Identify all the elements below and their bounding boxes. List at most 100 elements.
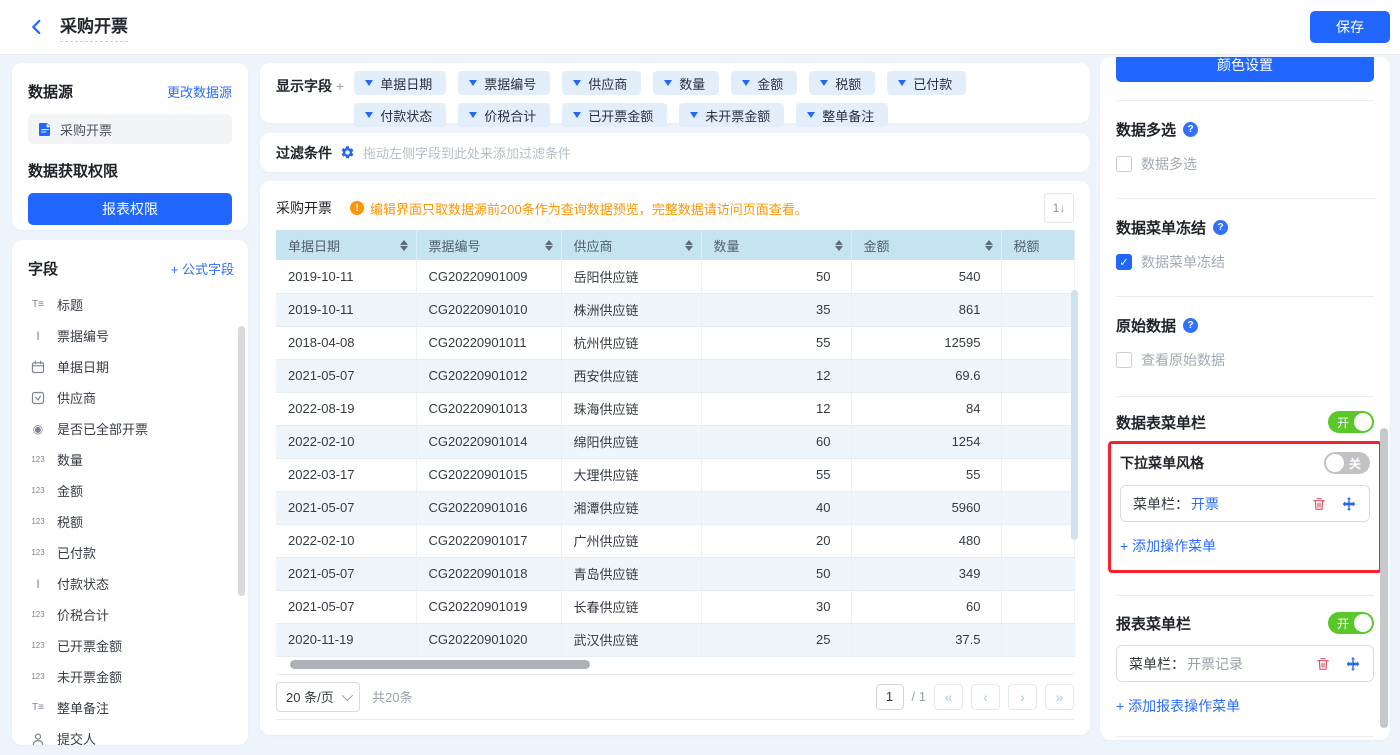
table-horizontal-scrollbar-thumb[interactable] [290, 660, 590, 669]
display-field-chip-票据编号[interactable]: 票据编号 [458, 71, 550, 95]
display-field-chip-未开票金额[interactable]: 未开票金额 [679, 103, 784, 127]
datasource-panel: 数据源 更改数据源 采购开票 数据获取权限 报表权限 [12, 63, 248, 230]
settings-scrollbar[interactable] [1380, 428, 1388, 728]
column-header-金额[interactable]: 金额 [851, 230, 1001, 260]
number-icon: 123 [28, 548, 48, 557]
display-field-chip-金额[interactable]: 金额 [731, 71, 797, 95]
gear-icon[interactable] [340, 145, 355, 160]
sort-arrows-icon[interactable] [985, 240, 993, 251]
display-field-chip-供应商[interactable]: 供应商 [562, 71, 641, 95]
fields-scrollbar[interactable] [238, 326, 245, 596]
sort-arrows-icon[interactable] [835, 240, 843, 251]
sort-arrows-icon[interactable] [545, 240, 553, 251]
field-item-单据日期[interactable]: 单据日期 [28, 351, 234, 382]
table-cell: 岳阳供应链 [561, 260, 701, 293]
field-item-供应商[interactable]: 供应商 [28, 382, 234, 413]
add-formula-field-link[interactable]: + 公式字段 [171, 259, 234, 278]
add-display-field-icon[interactable]: + [336, 78, 344, 94]
table-menu-toggle-on[interactable]: 开 [1328, 411, 1374, 433]
table-cell: 12595 [851, 326, 1001, 359]
menu-item[interactable]: 菜单栏： 开票记录 [1116, 645, 1374, 682]
display-field-chip-已付款[interactable]: 已付款 [887, 71, 966, 95]
trash-icon[interactable] [1315, 656, 1331, 672]
top-bar: 采购开票 保存 [0, 0, 1400, 55]
field-item-已开票金额[interactable]: 123已开票金额 [28, 630, 234, 661]
table-cell: 大理供应链 [561, 458, 701, 491]
field-item-未开票金额[interactable]: 123未开票金额 [28, 661, 234, 692]
datasource-item[interactable]: 采购开票 [28, 114, 232, 144]
field-label: 整单备注 [57, 698, 109, 717]
app-root: 采购开票 保存 数据源 更改数据源 采购开票 数据获取权限 报表权限 字段 + … [0, 0, 1400, 755]
sort-order-icon[interactable]: 1↓ [1044, 193, 1074, 223]
field-item-票据编号[interactable]: I票据编号 [28, 320, 234, 351]
menu-item[interactable]: 菜单栏： 开票 [1120, 485, 1370, 522]
help-icon[interactable]: ? [1183, 122, 1198, 137]
preview-title: 采购开票 [276, 198, 332, 218]
page-number-input[interactable]: 1 [876, 684, 904, 710]
display-field-chip-付款状态[interactable]: 付款状态 [354, 103, 446, 127]
trash-icon[interactable] [1311, 496, 1327, 512]
change-datasource-link[interactable]: 更改数据源 [167, 82, 232, 101]
display-field-chip-已开票金额[interactable]: 已开票金额 [562, 103, 667, 127]
sort-arrows-icon[interactable] [400, 240, 408, 251]
save-button[interactable]: 保存 [1310, 11, 1390, 43]
column-header-供应商[interactable]: 供应商 [561, 230, 701, 260]
field-item-付款状态[interactable]: I付款状态 [28, 568, 234, 599]
table-cell: 2020-11-19 [276, 623, 416, 656]
field-item-税额[interactable]: 123税额 [28, 506, 234, 537]
table-cell: 55 [701, 458, 851, 491]
menu-freeze-checkbox-row[interactable]: ✓ 数据菜单冻结 [1116, 252, 1374, 272]
table-cell [1001, 458, 1074, 491]
page-size-select[interactable]: 20 条/页 [276, 682, 360, 712]
field-item-已付款[interactable]: 123已付款 [28, 537, 234, 568]
last-page-button[interactable]: » [1045, 684, 1074, 710]
menu-item-value[interactable]: 开票 [1191, 494, 1219, 514]
display-field-chip-单据日期[interactable]: 单据日期 [354, 71, 446, 95]
checkbox-unchecked[interactable] [1116, 352, 1132, 368]
column-header-数量[interactable]: 数量 [701, 230, 851, 260]
display-field-chip-价税合计[interactable]: 价税合计 [458, 103, 550, 127]
caret-down-icon [664, 80, 672, 86]
column-header-单据日期[interactable]: 单据日期 [276, 230, 416, 260]
report-permission-button[interactable]: 报表权限 [28, 193, 232, 225]
multi-select-checkbox-row[interactable]: 数据多选 [1116, 154, 1374, 174]
checkbox-checked[interactable]: ✓ [1116, 254, 1132, 270]
field-item-价税合计[interactable]: 123价税合计 [28, 599, 234, 630]
add-action-menu-link[interactable]: + 添加操作菜单 [1120, 536, 1370, 556]
raw-data-checkbox-row[interactable]: 查看原始数据 [1116, 350, 1374, 370]
table-cell [1001, 524, 1074, 557]
table-cell [1001, 260, 1074, 293]
add-report-action-menu-link[interactable]: + 添加报表操作菜单 [1116, 696, 1374, 716]
caret-down-icon [469, 80, 477, 86]
dropdown-style-toggle-off[interactable]: 关 [1324, 452, 1370, 474]
move-icon[interactable] [1341, 496, 1357, 512]
back-icon[interactable] [26, 16, 48, 38]
field-item-是否已全部开票[interactable]: ◉是否已全部开票 [28, 413, 234, 444]
field-item-整单备注[interactable]: T≡整单备注 [28, 692, 234, 723]
field-item-标题[interactable]: T≡标题 [28, 289, 234, 320]
prev-page-button[interactable]: ‹ [971, 684, 1000, 710]
filter-bar[interactable]: 过滤条件 拖动左侧字段到此处来添加过滤条件 [260, 133, 1090, 172]
display-field-chip-税额[interactable]: 税额 [809, 71, 875, 95]
table-vertical-scrollbar[interactable] [1071, 290, 1078, 540]
sort-arrows-icon[interactable] [685, 240, 693, 251]
field-label: 标题 [57, 295, 83, 314]
column-header-票据编号[interactable]: 票据编号 [416, 230, 561, 260]
next-page-button[interactable]: › [1008, 684, 1037, 710]
report-menu-toggle-on[interactable]: 开 [1328, 612, 1374, 634]
move-icon[interactable] [1345, 656, 1361, 672]
field-item-数量[interactable]: 123数量 [28, 444, 234, 475]
field-item-金额[interactable]: 123金额 [28, 475, 234, 506]
display-field-chip-整单备注[interactable]: 整单备注 [796, 103, 888, 127]
first-page-button[interactable]: « [934, 684, 963, 710]
color-settings-button[interactable]: 颜色设置 [1116, 57, 1374, 82]
number-icon: 123 [28, 610, 48, 619]
help-icon[interactable]: ? [1213, 220, 1228, 235]
column-header-税额[interactable]: 税额 [1001, 230, 1074, 260]
display-field-chip-数量[interactable]: 数量 [653, 71, 719, 95]
highlight-box: 下拉菜单风格 关 菜单栏： 开票 + 添加操作菜单 [1108, 441, 1382, 573]
checkbox-unchecked[interactable] [1116, 156, 1132, 172]
filter-placeholder: 拖动左侧字段到此处来添加过滤条件 [363, 143, 571, 162]
help-icon[interactable]: ? [1183, 318, 1198, 333]
field-item-提交人[interactable]: 提交人 [28, 723, 234, 745]
